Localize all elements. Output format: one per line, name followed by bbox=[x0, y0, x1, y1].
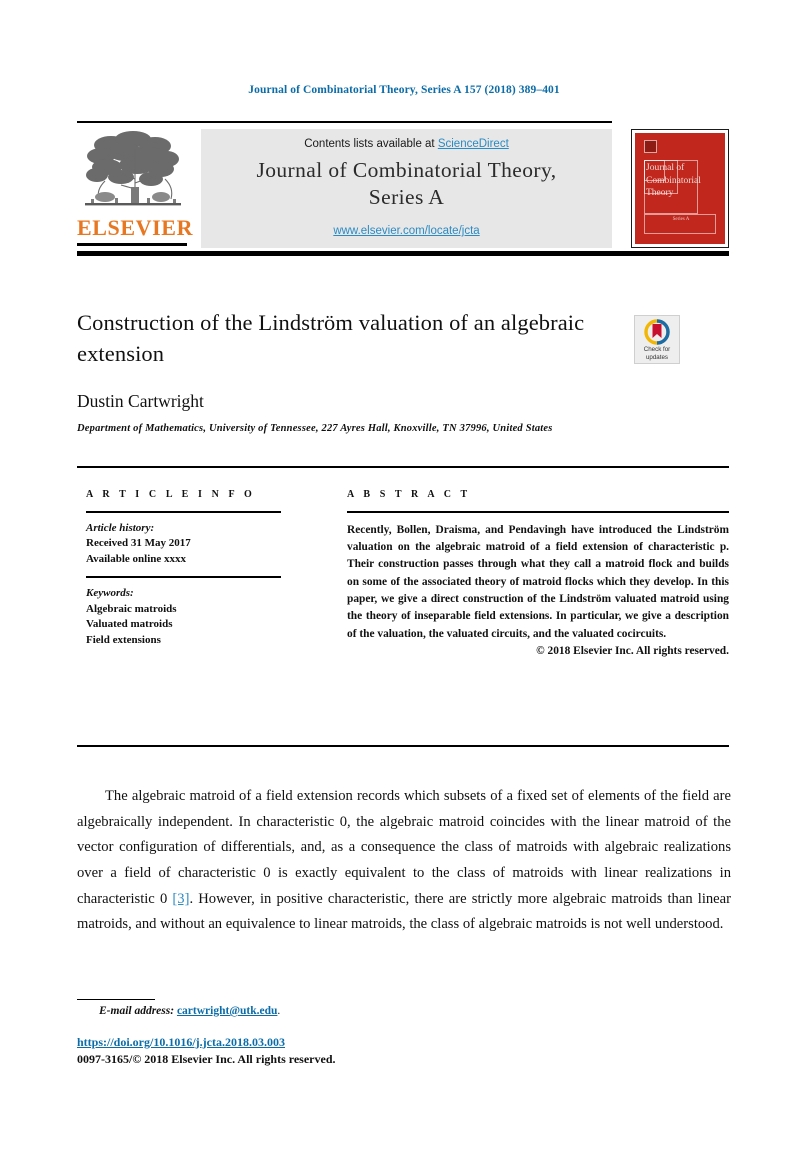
doi-link[interactable]: https://doi.org/10.1016/j.jcta.2018.03.0… bbox=[77, 1035, 285, 1050]
sciencedirect-link[interactable]: ScienceDirect bbox=[438, 138, 509, 150]
running-head: Journal of Combinatorial Theory, Series … bbox=[248, 84, 560, 96]
crossmark-label-line2: updates bbox=[645, 353, 669, 361]
journal-cover-art: Journal of Combinatorial Theory Series A bbox=[635, 133, 725, 244]
journal-name: Journal of Combinatorial Theory, Series A bbox=[256, 158, 557, 210]
abstract-column: A B S T R A C T Recently, Bollen, Draism… bbox=[347, 489, 729, 657]
article-history-online: Available online xxxx bbox=[86, 552, 187, 565]
masthead-top-rule bbox=[77, 121, 612, 123]
keywords-label: Keywords: bbox=[86, 587, 134, 600]
article-info-heading: A R T I C L E I N F O bbox=[86, 489, 256, 500]
elsevier-tree-icon bbox=[85, 131, 181, 206]
body-paragraph: The algebraic matroid of a field extensi… bbox=[77, 784, 731, 938]
journal-masthead: ELSEVIER Contents lists available at Sci… bbox=[77, 121, 729, 261]
elsevier-wordmark: ELSEVIER bbox=[77, 215, 194, 240]
abstract-heading: A B S T R A C T bbox=[347, 489, 471, 500]
info-block-bottom-rule bbox=[77, 745, 729, 747]
contents-available-line: Contents lists available at ScienceDirec… bbox=[201, 138, 612, 150]
email-link[interactable]: cartwright@utk.edu bbox=[177, 1005, 277, 1017]
contents-box: Contents lists available at ScienceDirec… bbox=[201, 129, 612, 248]
elsevier-logo: ELSEVIER bbox=[77, 129, 194, 248]
journal-cover-thumbnail[interactable]: Journal of Combinatorial Theory Series A bbox=[631, 129, 729, 248]
article-history-received: Received 31 May 2017 bbox=[86, 537, 191, 550]
journal-cover-seal-icon bbox=[644, 140, 657, 153]
article-history-label: Article history: bbox=[86, 521, 155, 534]
article-history-group: Article history: Received 31 May 2017 Av… bbox=[86, 521, 306, 568]
email-footnote: E-mail address: cartwright@utk.edu. bbox=[77, 1005, 577, 1017]
footnote-rule bbox=[77, 999, 155, 1001]
body-text-part1: The algebraic matroid of a field extensi… bbox=[77, 788, 731, 907]
keyword-item: Field extensions bbox=[86, 633, 161, 646]
citation-link-3[interactable]: [3] bbox=[172, 891, 189, 907]
contents-prefix-text: Contents lists available at bbox=[304, 138, 438, 150]
email-suffix: . bbox=[277, 1005, 281, 1017]
issn-copyright-line: 0097-3165/© 2018 Elsevier Inc. All right… bbox=[77, 1052, 336, 1066]
article-info-separator-rule bbox=[86, 576, 281, 579]
author-affiliation: Department of Mathematics, University of… bbox=[77, 423, 553, 434]
journal-homepage-link[interactable]: www.elsevier.com/locate/jcta bbox=[201, 225, 612, 237]
article-info-column: A R T I C L E I N F O Article history: R… bbox=[86, 489, 306, 648]
title-block: Construction of the Lindström valuation … bbox=[77, 307, 637, 369]
email-label: E-mail address: bbox=[99, 1005, 175, 1017]
journal-cover-title: Journal of Combinatorial Theory bbox=[646, 163, 701, 199]
crossmark-label-line1: Check for bbox=[643, 346, 671, 353]
article-info-heading-rule bbox=[86, 511, 281, 513]
crossmark-icon bbox=[644, 319, 670, 345]
keyword-item: Valuated matroids bbox=[86, 618, 173, 631]
elsevier-underline bbox=[77, 243, 187, 246]
info-block-top-rule bbox=[77, 466, 729, 469]
crossmark-label: Check for updates bbox=[635, 346, 679, 362]
page-title: Construction of the Lindström valuation … bbox=[77, 310, 585, 367]
journal-cover-series: Series A bbox=[672, 217, 690, 222]
masthead-bottom-rule bbox=[77, 251, 729, 256]
keyword-item: Algebraic matroids bbox=[86, 602, 177, 615]
abstract-body: Recently, Bollen, Draisma, and Pendaving… bbox=[347, 523, 729, 640]
author-name: Dustin Cartwright bbox=[77, 391, 204, 411]
article-page: Journal of Combinatorial Theory, Series … bbox=[0, 0, 808, 1162]
keywords-group: Keywords: Algebraic matroids Valuated ma… bbox=[86, 586, 306, 648]
abstract-copyright: © 2018 Elsevier Inc. All rights reserved… bbox=[536, 644, 729, 657]
crossmark-badge[interactable]: Check for updates bbox=[634, 315, 680, 364]
abstract-heading-rule bbox=[347, 511, 729, 513]
